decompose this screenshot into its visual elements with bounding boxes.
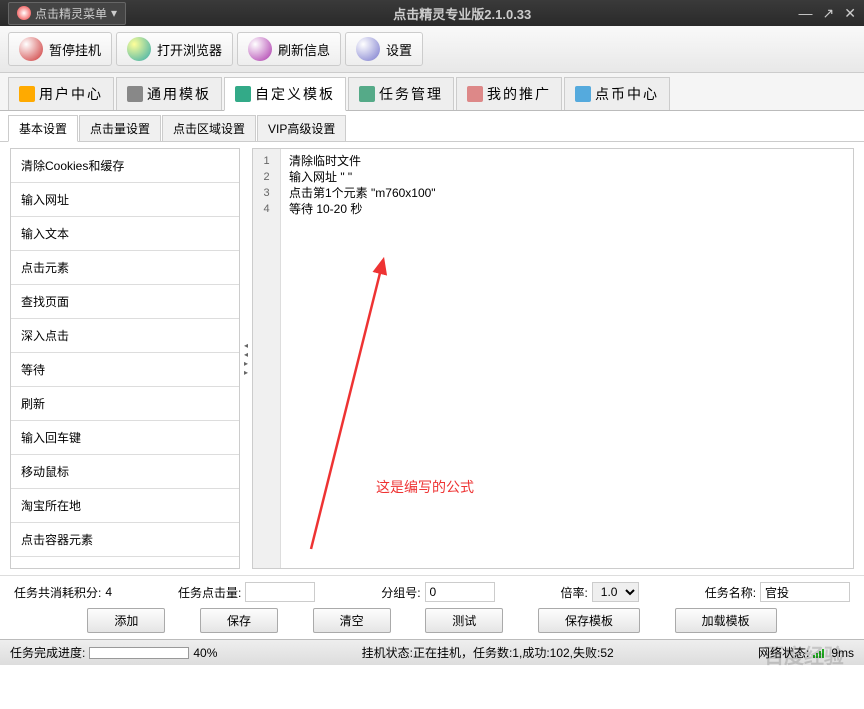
minimize-button[interactable]: — bbox=[799, 5, 813, 22]
progress-percent: 40% bbox=[193, 646, 217, 660]
tab-通用模板[interactable]: 通用模板 bbox=[116, 77, 222, 110]
code-line[interactable]: 清除临时文件 bbox=[289, 153, 845, 169]
net-label: 网络状态: bbox=[758, 644, 809, 661]
close-button[interactable]: ✕ bbox=[844, 5, 856, 22]
toolbar-刷新信息[interactable]: 刷新信息 bbox=[237, 32, 341, 66]
button-保存模板[interactable]: 保存模板 bbox=[538, 608, 640, 633]
line-number: 3 bbox=[253, 185, 280, 201]
tab-用户中心[interactable]: 用户中心 bbox=[8, 77, 114, 110]
gear-icon bbox=[235, 86, 251, 102]
app-menu-label: 点击精灵菜单 bbox=[35, 5, 107, 22]
actions-list: 清除Cookies和缓存输入网址输入文本点击元素查找页面深入点击等待刷新输入回车… bbox=[10, 148, 240, 569]
action-等待[interactable]: 等待 bbox=[11, 353, 239, 387]
name-input[interactable] bbox=[760, 582, 850, 602]
toolbar-label: 打开浏览器 bbox=[157, 40, 222, 59]
name-label: 任务名称: bbox=[705, 584, 756, 601]
chevron-down-icon: ▾ bbox=[111, 6, 117, 20]
action-移动鼠标[interactable]: 移动鼠标 bbox=[11, 455, 239, 489]
consumed-label: 任务共消耗积分: bbox=[14, 584, 101, 601]
toolbar-icon bbox=[248, 37, 272, 61]
tab-我的推广[interactable]: 我的推广 bbox=[456, 77, 562, 110]
action-查找页面[interactable]: 查找页面 bbox=[11, 285, 239, 319]
subtab-点击区域设置[interactable]: 点击区域设置 bbox=[162, 115, 256, 141]
line-number: 1 bbox=[253, 153, 280, 169]
app-menu-button[interactable]: 点击精灵菜单 ▾ bbox=[8, 2, 126, 25]
action-点击容器元素[interactable]: 点击容器元素 bbox=[11, 523, 239, 557]
window-title: 点击精灵专业版2.1.0.33 bbox=[126, 4, 798, 23]
signal-icon bbox=[813, 648, 827, 658]
line-number: 4 bbox=[253, 201, 280, 217]
action-输入网址[interactable]: 输入网址 bbox=[11, 183, 239, 217]
wand-icon bbox=[127, 86, 143, 102]
tab-label: 通用模板 bbox=[147, 84, 211, 104]
toolbar-icon bbox=[127, 37, 151, 61]
tab-label: 自定义模板 bbox=[255, 84, 335, 104]
latency-ms: 9ms bbox=[831, 646, 854, 660]
subtab-基本设置[interactable]: 基本设置 bbox=[8, 115, 78, 142]
people-icon bbox=[467, 86, 483, 102]
toolbar-label: 刷新信息 bbox=[278, 40, 330, 59]
action-淘宝所在地[interactable]: 淘宝所在地 bbox=[11, 489, 239, 523]
button-添加[interactable]: 添加 bbox=[87, 608, 165, 633]
toolbar-label: 设置 bbox=[386, 40, 412, 59]
main-tab-strip: 用户中心 通用模板 自定义模板 任务管理 我的推广 点币中心 bbox=[0, 73, 864, 111]
clicks-label: 任务点击量: bbox=[178, 584, 241, 601]
progress-bar bbox=[89, 647, 189, 659]
line-gutter: 1234 bbox=[253, 149, 281, 568]
group-input[interactable] bbox=[425, 582, 495, 602]
action-深入点击[interactable]: 深入点击 bbox=[11, 319, 239, 353]
consumed-value: 4 bbox=[105, 585, 112, 599]
toolbar-icon bbox=[19, 37, 43, 61]
tab-label: 任务管理 bbox=[379, 84, 443, 104]
annotation-text: 这是编写的公式 bbox=[376, 479, 474, 495]
code-content[interactable]: 清除临时文件输入网址 " "点击第1个元素 "m760x100"等待 10-20… bbox=[281, 149, 853, 568]
clicks-input[interactable] bbox=[245, 582, 315, 602]
tab-label: 我的推广 bbox=[487, 84, 551, 104]
subtab-VIP高级设置[interactable]: VIP高级设置 bbox=[257, 115, 346, 141]
code-line[interactable]: 输入网址 " " bbox=[289, 169, 845, 185]
group-label: 分组号: bbox=[381, 584, 420, 601]
action-输入文本[interactable]: 输入文本 bbox=[11, 217, 239, 251]
code-line[interactable]: 等待 10-20 秒 bbox=[289, 201, 845, 217]
rate-select[interactable]: 1.0 bbox=[592, 582, 639, 602]
code-editor[interactable]: 1234 清除临时文件输入网址 " "点击第1个元素 "m760x100"等待 … bbox=[252, 148, 854, 569]
main-toolbar: 暂停挂机 打开浏览器 刷新信息 设置 bbox=[0, 26, 864, 73]
action-点击元素[interactable]: 点击元素 bbox=[11, 251, 239, 285]
list-icon bbox=[359, 86, 375, 102]
tab-自定义模板[interactable]: 自定义模板 bbox=[224, 77, 346, 111]
action-刷新[interactable]: 刷新 bbox=[11, 387, 239, 421]
toolbar-设置[interactable]: 设置 bbox=[345, 32, 423, 66]
tab-任务管理[interactable]: 任务管理 bbox=[348, 77, 454, 110]
toolbar-label: 暂停挂机 bbox=[49, 40, 101, 59]
tab-label: 用户中心 bbox=[39, 84, 103, 104]
splitter[interactable]: ◂◂▸▸ bbox=[240, 148, 252, 569]
maximize-button[interactable]: ↗ bbox=[823, 5, 835, 22]
action-清除Cookies和缓存[interactable]: 清除Cookies和缓存 bbox=[11, 149, 239, 183]
button-清空[interactable]: 清空 bbox=[313, 608, 391, 633]
toolbar-暂停挂机[interactable]: 暂停挂机 bbox=[8, 32, 112, 66]
button-测试[interactable]: 测试 bbox=[425, 608, 503, 633]
star-icon bbox=[19, 86, 35, 102]
progress-label: 任务完成进度: bbox=[10, 644, 85, 661]
button-保存[interactable]: 保存 bbox=[200, 608, 278, 633]
toolbar-打开浏览器[interactable]: 打开浏览器 bbox=[116, 32, 233, 66]
action-输入回车键[interactable]: 输入回车键 bbox=[11, 421, 239, 455]
sub-tab-strip: 基本设置点击量设置点击区域设置VIP高级设置 bbox=[0, 111, 864, 142]
hang-status: 挂机状态:正在挂机，任务数:1,成功:102,失败:52 bbox=[362, 646, 614, 660]
rate-label: 倍率: bbox=[560, 584, 587, 601]
code-line[interactable]: 点击第1个元素 "m760x100" bbox=[289, 185, 845, 201]
subtab-点击量设置[interactable]: 点击量设置 bbox=[79, 115, 161, 141]
tab-label: 点币中心 bbox=[595, 84, 659, 104]
tab-点币中心[interactable]: 点币中心 bbox=[564, 77, 670, 110]
app-icon bbox=[17, 6, 31, 20]
toolbar-icon bbox=[356, 37, 380, 61]
line-number: 2 bbox=[253, 169, 280, 185]
button-加载模板[interactable]: 加载模板 bbox=[675, 608, 777, 633]
cart-icon bbox=[575, 86, 591, 102]
